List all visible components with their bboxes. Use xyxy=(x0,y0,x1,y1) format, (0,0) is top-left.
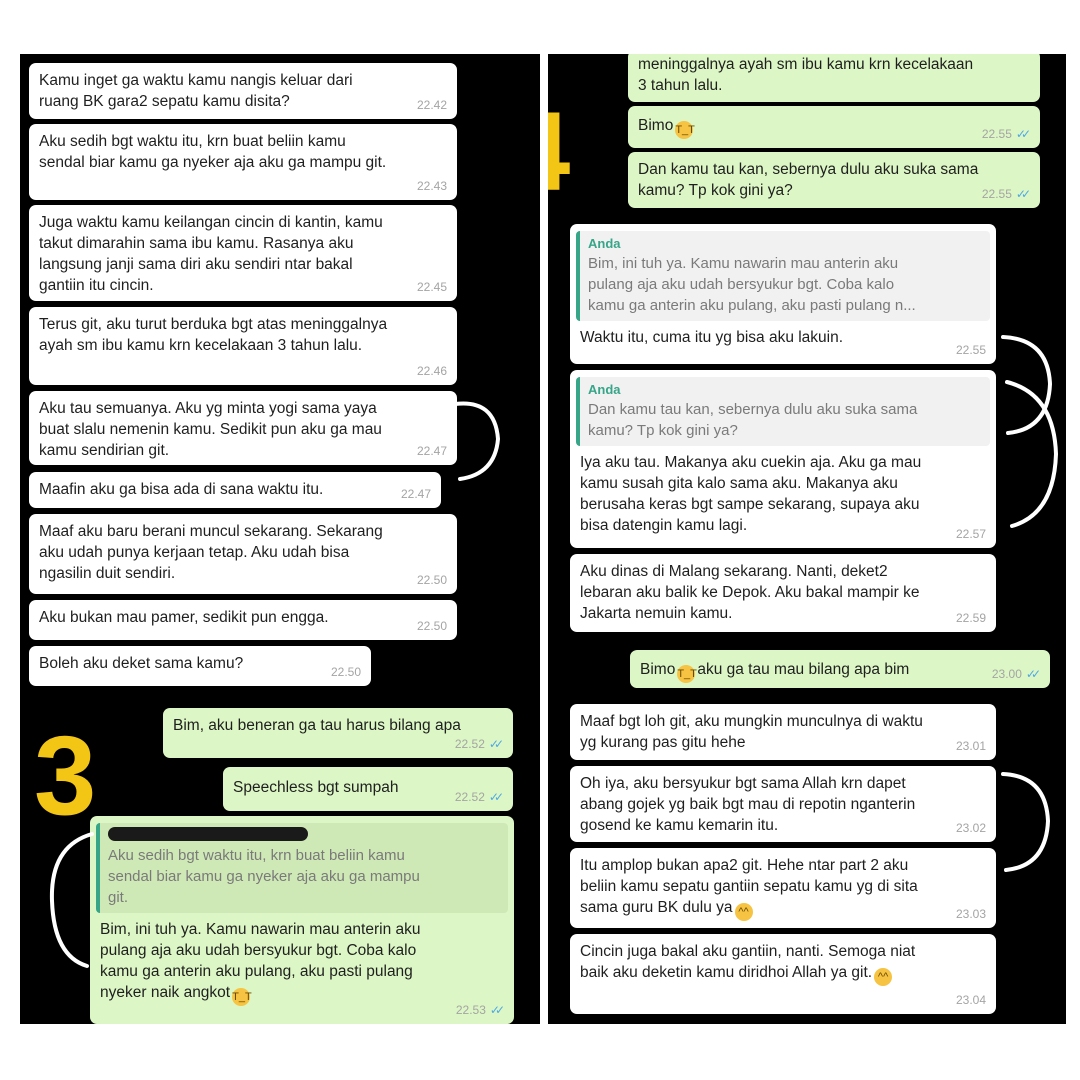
message-bubble-incoming[interactable]: Terus git, aku turut berduka bgt atas me… xyxy=(29,307,457,385)
message-time: 23.00 xyxy=(991,667,1022,681)
message-text: Aku sedih bgt waktu itu, krn buat beliin… xyxy=(39,133,387,171)
message-bubble-outgoing[interactable]: Speechless bgt sumpah 22.52 ✓✓ xyxy=(223,767,513,811)
double-check-icon: ✓✓ xyxy=(1015,127,1031,141)
message-bubble-incoming[interactable]: Aku dinas di Malang sekarang. Nanti, dek… xyxy=(570,554,996,632)
message-time: 23.03 xyxy=(955,907,986,921)
message-time: 22.50 xyxy=(416,573,447,587)
message-text: Aku bukan mau pamer, sedikit pun engga. xyxy=(39,609,329,626)
message-text: Terus git, aku turut berduka bgt atas me… xyxy=(39,316,388,354)
crying-face-emoji: T_T xyxy=(232,988,252,1006)
message-time: 22.53 xyxy=(455,1003,486,1017)
message-bubble-incoming-reply[interactable]: Anda Bim, ini tuh ya. Kamu nawarin mau a… xyxy=(570,224,996,364)
message-bubble-outgoing-reply[interactable]: Aku sedih bgt waktu itu, krn buat beliin… xyxy=(90,816,514,1024)
annotation-curve xyxy=(1005,380,1059,528)
message-time: 22.52 xyxy=(454,737,485,751)
message-time: 22.45 xyxy=(416,280,447,294)
message-time: 22.50 xyxy=(416,619,447,633)
message-bubble-outgoing-partial[interactable]: meninggalnya ayah sm ibu kamu krn kecela… xyxy=(628,54,1040,102)
message-bubble-incoming[interactable]: Kamu inget ga waktu kamu nangis keluar d… xyxy=(29,63,457,119)
message-time: 22.43 xyxy=(416,179,447,193)
message-bubble-incoming[interactable]: Maaf aku baru berani muncul sekarang. Se… xyxy=(29,514,457,594)
message-time: 23.04 xyxy=(955,993,986,1007)
message-text: Dan kamu tau kan, sebernya dulu aku suka… xyxy=(638,161,979,199)
double-check-icon: ✓✓ xyxy=(489,1003,505,1017)
message-bubble-incoming[interactable]: Boleh aku deket sama kamu? 22.50 xyxy=(29,646,371,686)
double-check-icon: ✓✓ xyxy=(488,790,504,804)
message-text: Boleh aku deket sama kamu? xyxy=(39,655,244,672)
message-time: 22.42 xyxy=(416,98,447,112)
message-text: Aku dinas di Malang sekarang. Nanti, dek… xyxy=(580,563,920,622)
message-bubble-incoming[interactable]: Aku bukan mau pamer, sedikit pun engga. … xyxy=(29,600,457,640)
message-time: 22.46 xyxy=(416,364,447,378)
message-time: 22.57 xyxy=(955,527,986,541)
quoted-message[interactable]: Anda Dan kamu tau kan, sebernya dulu aku… xyxy=(576,377,990,446)
message-bubble-outgoing[interactable]: Bimo T_T 22.55 ✓✓ xyxy=(628,106,1040,148)
crying-face-emoji: T_T xyxy=(675,121,695,139)
annotation-number: 4 xyxy=(548,96,570,208)
message-text: Bimo xyxy=(640,661,676,678)
annotation-curve xyxy=(1001,772,1051,872)
message-time: 22.59 xyxy=(955,611,986,625)
message-bubble-incoming[interactable]: Oh iya, aku bersyukur bgt sama Allah krn… xyxy=(570,766,996,842)
message-time: 23.02 xyxy=(955,821,986,835)
annotation-curve xyxy=(49,832,94,968)
message-text: Cincin juga bakal aku gantiin, nanti. Se… xyxy=(580,943,916,981)
message-text: Iya aku tau. Makanya aku cuekin aja. Aku… xyxy=(580,454,922,534)
double-check-icon: ✓✓ xyxy=(488,737,504,751)
message-time: 23.01 xyxy=(955,739,986,753)
message-bubble-outgoing[interactable]: Dan kamu tau kan, sebernya dulu aku suka… xyxy=(628,152,1040,208)
message-time: 22.50 xyxy=(330,665,361,679)
annotation-number: 3 xyxy=(34,713,97,838)
message-bubble-incoming[interactable]: Juga waktu kamu keilangan cincin di kant… xyxy=(29,205,457,301)
message-time: 22.47 xyxy=(400,487,431,501)
message-text: Bimo xyxy=(638,117,674,134)
message-text: Waktu itu, cuma itu yg bisa aku lakuin. xyxy=(580,329,844,346)
double-check-icon: ✓✓ xyxy=(1025,667,1041,681)
message-text: Aku tau semuanya. Aku yg minta yogi sama… xyxy=(39,400,382,459)
message-text: Kamu inget ga waktu kamu nangis keluar d… xyxy=(39,72,353,110)
message-text: Maaf bgt loh git, aku mungkin munculnya … xyxy=(580,713,923,751)
message-text: Maafin aku ga bisa ada di sana waktu itu… xyxy=(39,481,324,498)
message-text: Bim, aku beneran ga tau harus bilang apa xyxy=(173,717,461,734)
crying-face-emoji: T_T xyxy=(677,665,697,683)
quoted-text: Aku sedih bgt waktu itu, krn buat beliin… xyxy=(108,847,420,906)
message-bubble-incoming[interactable]: Maaf bgt loh git, aku mungkin munculnya … xyxy=(570,704,996,760)
message-bubble-incoming[interactable]: Itu amplop bukan apa2 git. Hehe ntar par… xyxy=(570,848,996,928)
right-chat-screenshot: meninggalnya ayah sm ibu kamu krn kecela… xyxy=(548,54,1066,1024)
message-bubble-incoming[interactable]: Aku sedih bgt waktu itu, krn buat beliin… xyxy=(29,124,457,200)
message-bubble-incoming-reply[interactable]: Anda Dan kamu tau kan, sebernya dulu aku… xyxy=(570,370,996,548)
double-check-icon: ✓✓ xyxy=(1015,187,1031,201)
message-time: 22.47 xyxy=(416,444,447,458)
message-bubble-incoming[interactable]: Aku tau semuanya. Aku yg minta yogi sama… xyxy=(29,391,457,465)
annotation-curve xyxy=(453,401,501,481)
redacted-sender-name xyxy=(108,827,308,841)
message-time: 22.55 xyxy=(981,127,1012,141)
quoted-message[interactable]: Anda Bim, ini tuh ya. Kamu nawarin mau a… xyxy=(576,231,990,321)
left-chat-screenshot: Kamu inget ga waktu kamu nangis keluar d… xyxy=(20,54,540,1024)
message-text: Bim, ini tuh ya. Kamu nawarin mau anteri… xyxy=(100,921,421,1001)
message-time: 22.52 xyxy=(454,790,485,804)
message-text: meninggalnya ayah sm ibu kamu krn kecela… xyxy=(638,56,974,94)
message-time: 22.55 xyxy=(981,187,1012,201)
message-text: Maaf aku baru berani muncul sekarang. Se… xyxy=(39,523,383,582)
message-bubble-outgoing[interactable]: Bimo T_Taku ga tau mau bilang apa bim 23.… xyxy=(630,650,1050,688)
quoted-sender: Anda xyxy=(588,236,621,251)
quoted-message[interactable]: Aku sedih bgt waktu itu, krn buat beliin… xyxy=(96,823,508,913)
message-text: aku ga tau mau bilang apa bim xyxy=(697,661,910,678)
message-text: Juga waktu kamu keilangan cincin di kant… xyxy=(39,214,383,294)
smiling-face-emoji: ^^ xyxy=(874,968,893,986)
message-bubble-incoming[interactable]: Maafin aku ga bisa ada di sana waktu itu… xyxy=(29,472,441,508)
quoted-text: Bim, ini tuh ya. Kamu nawarin mau anteri… xyxy=(588,255,916,314)
message-bubble-outgoing[interactable]: Bim, aku beneran ga tau harus bilang apa… xyxy=(163,708,513,758)
smiling-face-emoji: ^^ xyxy=(734,903,753,921)
quoted-text: Dan kamu tau kan, sebernya dulu aku suka… xyxy=(588,401,918,439)
message-time: 22.55 xyxy=(955,343,986,357)
message-text: Oh iya, aku bersyukur bgt sama Allah krn… xyxy=(580,775,916,834)
message-bubble-incoming[interactable]: Cincin juga bakal aku gantiin, nanti. Se… xyxy=(570,934,996,1014)
quoted-sender: Anda xyxy=(588,382,621,397)
